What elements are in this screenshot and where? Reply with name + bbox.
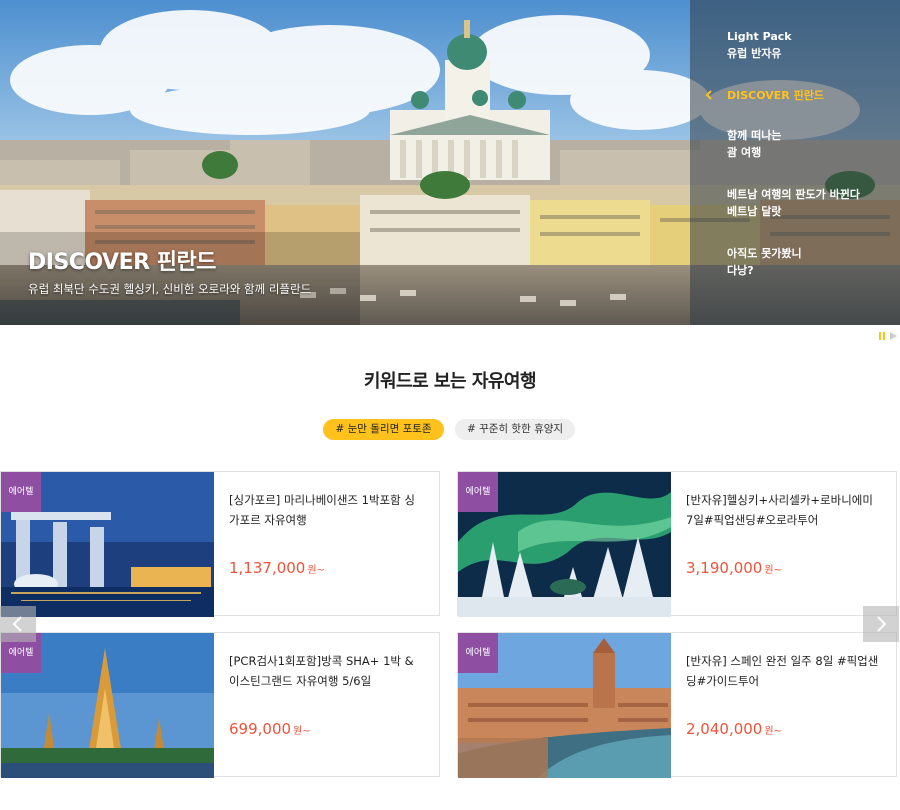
chevron-left-icon: [705, 90, 712, 100]
tag-photo-zone[interactable]: # 눈만 돌리면 포토존: [323, 419, 444, 440]
carousel-next-button[interactable]: [863, 606, 899, 642]
hero-subtitle: 유럽 최북단 수도권 헬싱키, 신비한 오로라와 함께 리플란드: [28, 282, 312, 296]
chevron-right-icon: [877, 616, 887, 632]
product-price: 699,000 원~: [229, 720, 311, 738]
product-card[interactable]: 에어텔 [반자유] 스페인 완전 일주 8일 #픽업샌딩#가이드투어 2,040…: [457, 632, 897, 778]
section-title: 키워드로 보는 자유여행: [363, 371, 537, 392]
side-nav-item-discover-finland[interactable]: DISCOVER 핀란드: [727, 87, 892, 104]
product-price: 2,040,000 원~: [686, 720, 782, 738]
banner-pause-play-control[interactable]: [878, 331, 898, 341]
product-card[interactable]: 에어텔 [싱가포르] 마리나베이샌즈 1박포함 싱가포르 자유여행 1,137,…: [0, 471, 440, 617]
carousel-prev-button[interactable]: [0, 606, 36, 642]
chevron-left-icon: [12, 616, 22, 632]
product-price: 1,137,000 원~: [229, 559, 325, 577]
airtel-badge: 에어텔: [458, 633, 498, 673]
side-nav-item-light-pack[interactable]: Light Pack 유럽 반자유: [727, 28, 892, 62]
side-nav-item-danang[interactable]: 아직도 못가봤니 다낭?: [727, 245, 892, 279]
product-name: [싱가포르] 마리나베이샌즈 1박포함 싱가포르 자유여행: [229, 493, 415, 527]
product-card[interactable]: 에어텔 [반자유]헬싱키+사리셀카+로바니에미 7일#픽업샌딩#오로라투어 3,…: [457, 471, 897, 617]
product-price: 3,190,000 원~: [686, 559, 782, 577]
banner-side-nav: Light Pack 유럽 반자유 DISCOVER 핀란드 함께 떠나는 괌 …: [690, 0, 900, 325]
side-nav-item-guam[interactable]: 함께 떠나는 괌 여행: [727, 127, 892, 161]
product-name: [반자유] 스페인 완전 일주 8일 #픽업샌딩#가이드투어: [686, 654, 879, 688]
tag-hot-resort[interactable]: # 꾸준히 핫한 휴양지: [455, 419, 575, 440]
hero-banner[interactable]: DISCOVER 핀란드 유럽 최북단 수도권 헬싱키, 신비한 오로라와 함께…: [0, 0, 900, 325]
side-nav-item-vietnam-dalat[interactable]: 베트남 여행의 판도가 바뀐다 베트남 달랏: [727, 186, 892, 220]
product-card[interactable]: 에어텔 [PCR검사1회포함]방콕 SHA+ 1박 & 이스틴그랜드 자유여행 …: [0, 632, 440, 778]
airtel-badge: 에어텔: [458, 472, 498, 512]
hero-title: DISCOVER 핀란드: [28, 250, 216, 275]
product-name: [반자유]헬싱키+사리셀카+로바니에미 7일#픽업샌딩#오로라투어: [686, 493, 873, 527]
product-name: [PCR검사1회포함]방콕 SHA+ 1박 & 이스틴그랜드 자유여행 5/6일: [229, 654, 414, 688]
airtel-badge: 에어텔: [1, 472, 41, 512]
